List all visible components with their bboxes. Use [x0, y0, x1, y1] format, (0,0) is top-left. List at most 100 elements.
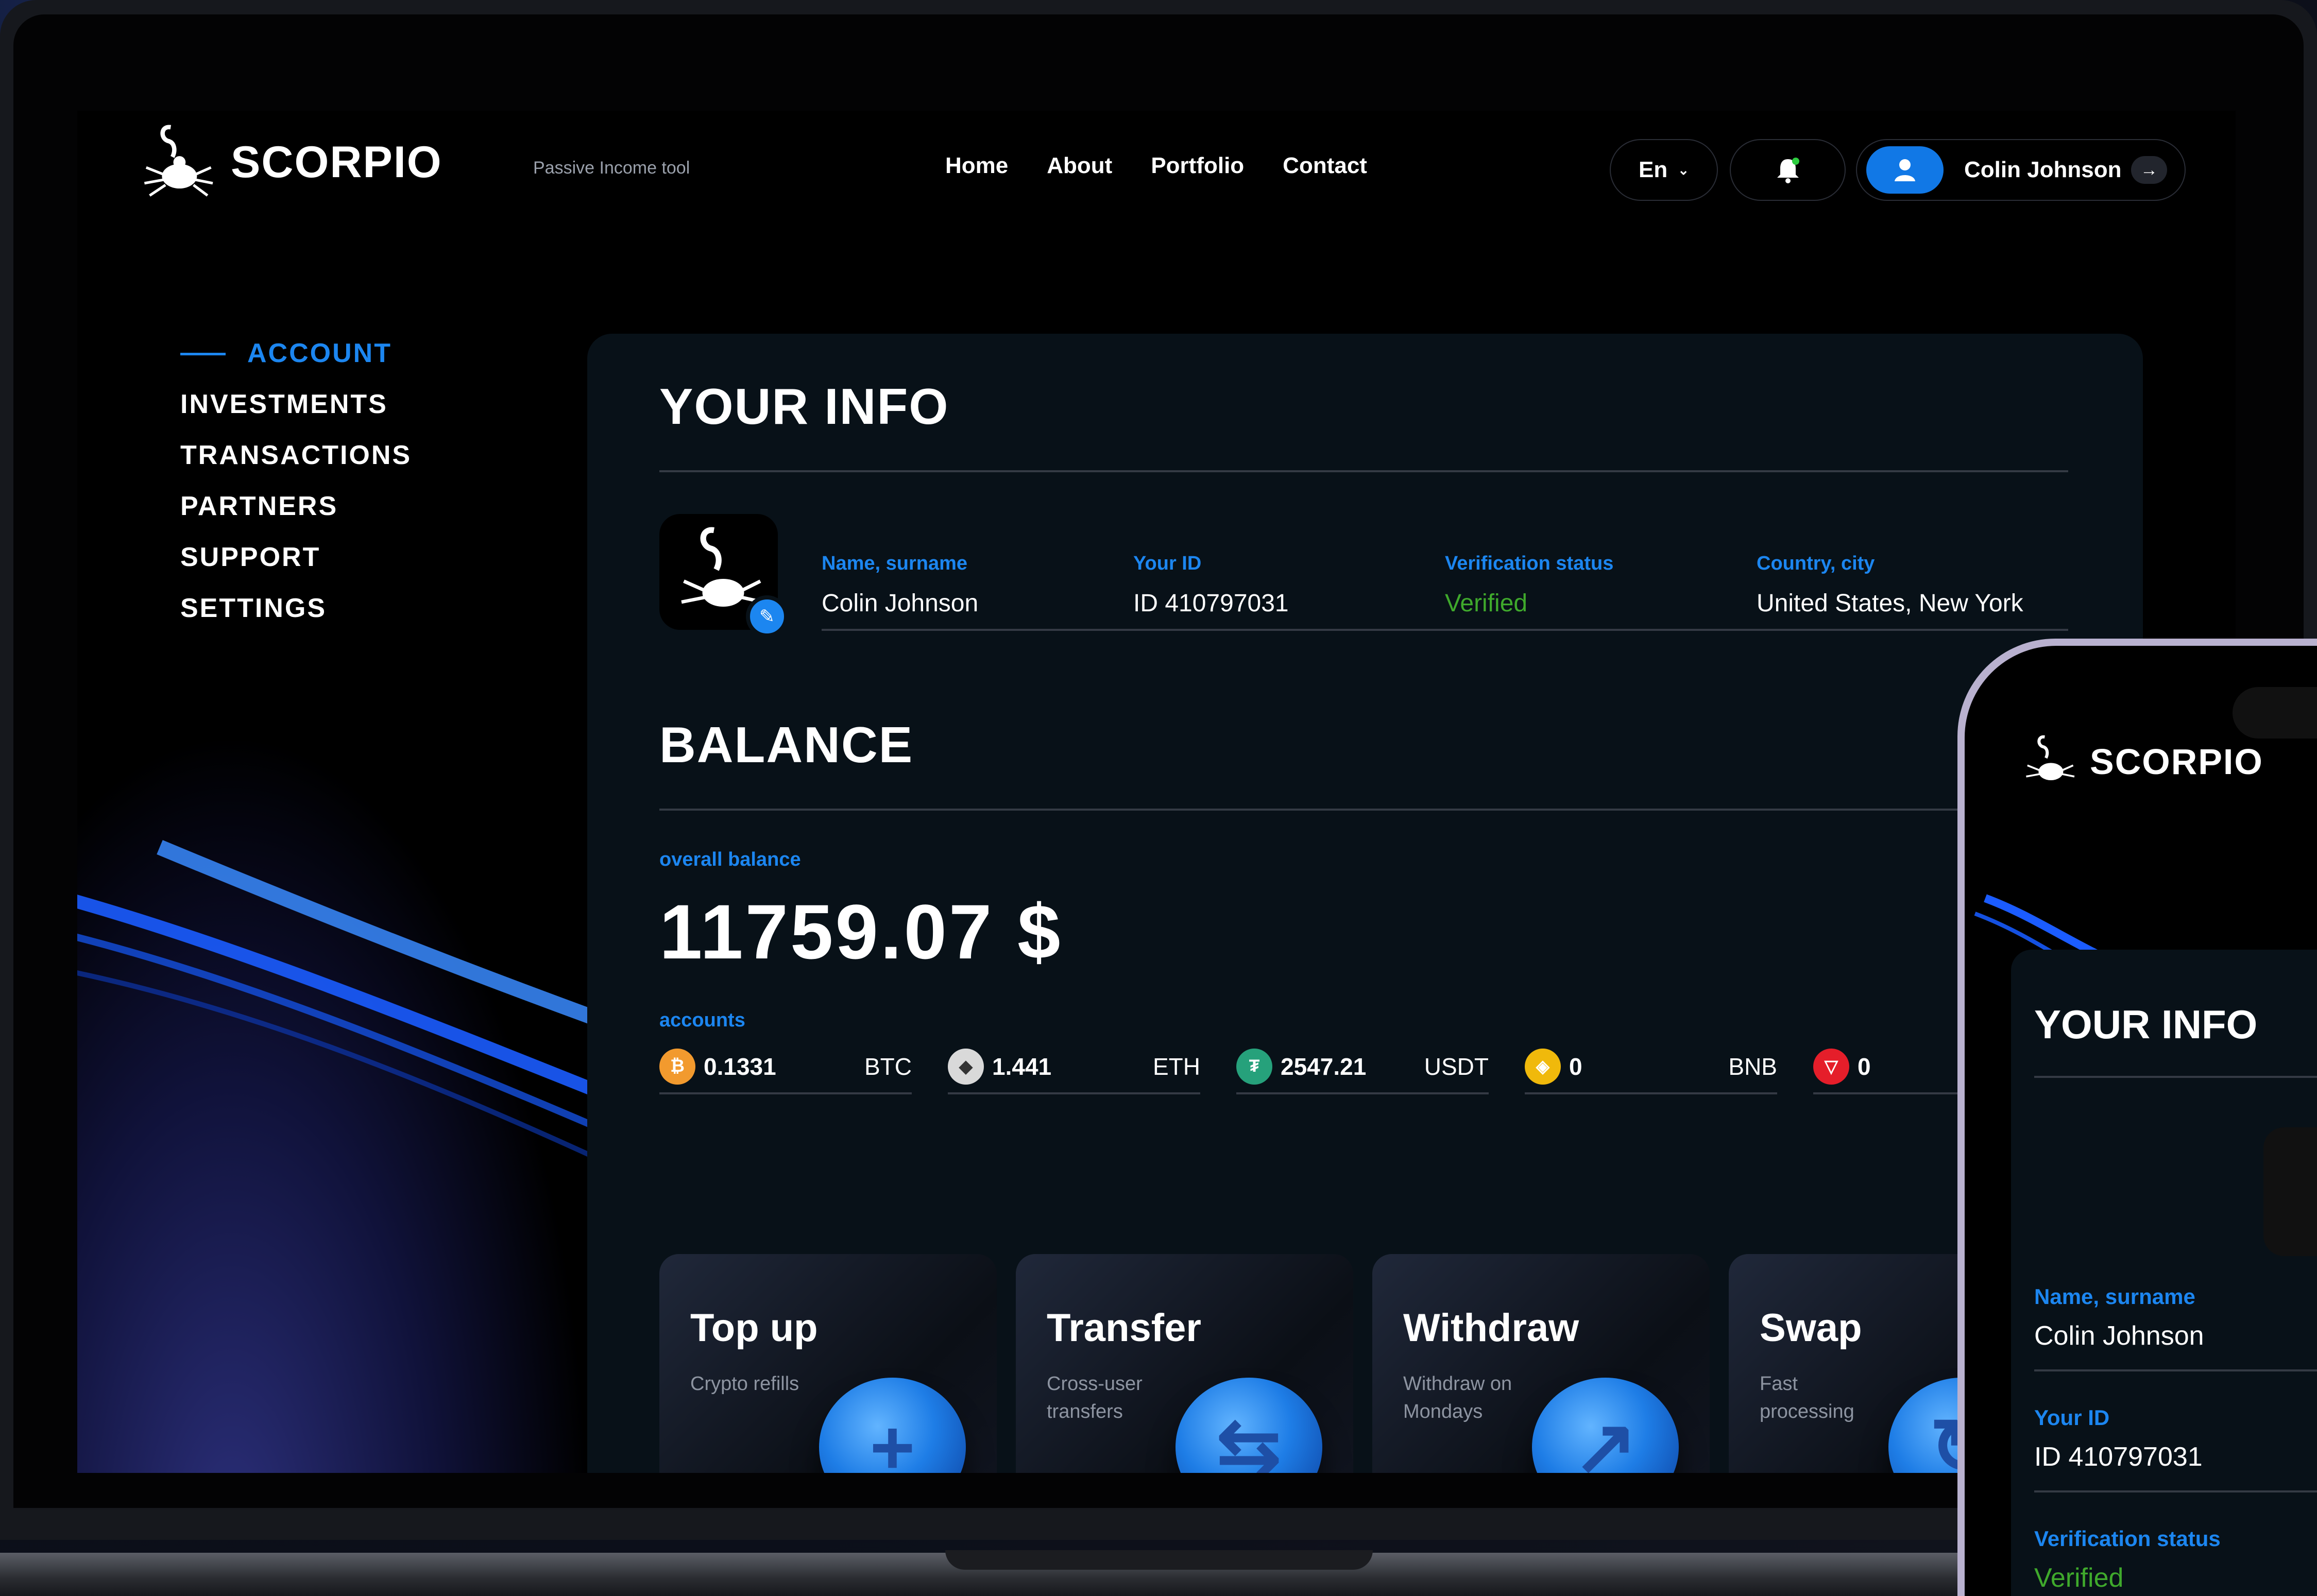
divider [2034, 1076, 2317, 1078]
pencil-icon: ✎ [759, 606, 775, 627]
background-light-streaks [77, 729, 592, 1473]
ethereum-icon: ◆ [948, 1048, 984, 1085]
card-title: Swap [1760, 1306, 1862, 1350]
card-title: Transfer [1047, 1306, 1201, 1350]
account-amount: 2547.21 [1281, 1053, 1367, 1080]
nav-portfolio[interactable]: Portfolio [1151, 153, 1244, 179]
account-symbol: BNB [1728, 1053, 1777, 1080]
transfer-arrows-icon: ⇆ [1175, 1378, 1322, 1473]
sidebar: ACCOUNT INVESTMENTS TRANSACTIONS PARTNER… [180, 328, 412, 634]
withdraw-card[interactable]: Withdraw Withdraw on Mondays ↗ [1372, 1254, 1710, 1473]
desktop-screen: SCORPIO Passive Income tool Home About P… [77, 111, 2236, 1473]
account-panel: YOUR INFO ✎ Name, surname Colin Johnson … [587, 334, 2143, 1473]
account-btc[interactable]: ₿ 0.1331 BTC [659, 1040, 912, 1094]
phone-profile-avatar [2263, 1127, 2317, 1256]
field-value: ID 410797031 [1133, 590, 1289, 617]
accounts-label: accounts [659, 1009, 745, 1031]
divider [822, 629, 2068, 631]
account-symbol: ETH [1153, 1053, 1200, 1080]
sidebar-item-transactions[interactable]: TRANSACTIONS [180, 430, 412, 481]
overall-balance-value: 11759.07 $ [659, 888, 1063, 975]
phone-field-name: Name, surname Colin Johnson [2034, 1284, 2204, 1351]
field-value: Colin Johnson [2034, 1321, 2204, 1351]
bell-icon [1777, 158, 1799, 183]
transfer-card[interactable]: Transfer Cross-user transfers ⇆ [1016, 1254, 1353, 1473]
account-bnb[interactable]: ◈ 0 BNB [1525, 1040, 1777, 1094]
info-field-id: Your ID ID 410797031 [1133, 553, 1289, 617]
account-eth[interactable]: ◆ 1.441 ETH [948, 1040, 1200, 1094]
notifications-button[interactable] [1730, 139, 1846, 201]
mockup-stage: SCORPIO Passive Income tool Home About P… [0, 0, 2317, 1596]
phone-brand-name: SCORPIO [2090, 742, 2263, 782]
field-label: Name, surname [822, 553, 968, 574]
sidebar-item-support[interactable]: SUPPORT [180, 532, 412, 583]
account-amount: 0 [1569, 1053, 1582, 1080]
nav-contact[interactable]: Contact [1283, 153, 1367, 179]
divider [659, 470, 2068, 472]
phone-screen: SCORPIO YOUR INFO Name, surname Colin Jo… [1965, 646, 2317, 1596]
bnb-icon: ◈ [1525, 1048, 1561, 1085]
user-name: Colin Johnson [1964, 157, 2122, 182]
divider [2034, 1490, 2317, 1492]
info-field-location: Country, city United States, New York [1757, 553, 2023, 617]
nav-home[interactable]: Home [945, 153, 1008, 179]
overall-balance-label: overall balance [659, 849, 801, 870]
field-label: Verification status [1445, 553, 1614, 574]
nav-about[interactable]: About [1047, 153, 1112, 179]
sidebar-item-partners[interactable]: PARTNERS [180, 481, 412, 532]
account-symbol: USDT [1424, 1053, 1489, 1080]
account-symbol: BTC [864, 1053, 912, 1080]
sidebar-item-investments[interactable]: INVESTMENTS [180, 379, 412, 430]
edit-avatar-button[interactable]: ✎ [746, 595, 788, 638]
field-label: Name, surname [2034, 1284, 2195, 1309]
phone-account-panel: YOUR INFO Name, surname Colin Johnson Yo… [2011, 950, 2317, 1596]
field-label: Verification status [2034, 1526, 2221, 1551]
brand[interactable]: SCORPIO [134, 118, 442, 206]
tron-icon: ▽ [1813, 1048, 1849, 1085]
verification-status: Verified [1445, 590, 1528, 617]
logout-icon[interactable]: → [2131, 156, 2167, 184]
user-icon [1895, 159, 1915, 181]
sidebar-item-settings[interactable]: SETTINGS [180, 583, 412, 634]
user-menu[interactable]: Colin Johnson → [1856, 139, 2186, 201]
card-title: Withdraw [1403, 1306, 1579, 1350]
card-subtitle: Cross-user transfers [1047, 1373, 1143, 1422]
field-label: Your ID [1133, 553, 1202, 574]
info-field-name: Name, surname Colin Johnson [822, 553, 978, 617]
main-nav: Home About Portfolio Contact [945, 153, 1367, 179]
account-usdt[interactable]: ₮ 2547.21 USDT [1236, 1040, 1489, 1094]
divider [2034, 1369, 2317, 1371]
arrow-up-right-icon: ↗ [1532, 1378, 1679, 1473]
plus-icon: + [819, 1378, 966, 1473]
field-value: ID 410797031 [2034, 1442, 2203, 1472]
tether-icon: ₮ [1236, 1048, 1272, 1085]
phone-field-id: Your ID ID 410797031 [2034, 1405, 2203, 1472]
scorpion-logo-icon [2026, 735, 2075, 780]
field-value: Colin Johnson [822, 590, 979, 617]
language-value: En [1638, 157, 1668, 182]
language-select[interactable]: En ⌄ [1610, 139, 1718, 201]
card-subtitle: Crypto refills [690, 1373, 799, 1395]
field-value: United States, New York [1757, 590, 2023, 617]
account-amount: 0.1331 [704, 1053, 776, 1080]
chevron-down-icon: ⌄ [1678, 162, 1690, 178]
field-label: Country, city [1757, 553, 1875, 574]
phone-mockup: SCORPIO YOUR INFO Name, surname Colin Jo… [1957, 639, 2317, 1596]
phone-field-verification: Verification status Verified [2034, 1526, 2221, 1593]
scorpion-logo-icon [144, 125, 213, 197]
avatar [1866, 146, 1944, 194]
balance-title: BALANCE [659, 716, 914, 773]
info-field-verification: Verification status Verified [1445, 553, 1613, 617]
brand-name: SCORPIO [231, 137, 442, 187]
verification-status: Verified [2034, 1563, 2124, 1593]
top-up-card[interactable]: Top up Crypto refills + [659, 1254, 997, 1473]
phone-your-info-title: YOUR INFO [2034, 1002, 2258, 1047]
laptop-notch [945, 1550, 1373, 1570]
phone-brand[interactable]: SCORPIO [2019, 731, 2263, 793]
bitcoin-icon: ₿ [659, 1048, 695, 1085]
account-amount: 1.441 [992, 1053, 1052, 1080]
card-subtitle: Fast processing [1760, 1373, 1854, 1422]
brand-tagline: Passive Income tool [533, 158, 690, 178]
sidebar-item-account[interactable]: ACCOUNT [180, 328, 412, 379]
card-subtitle: Withdraw on Mondays [1403, 1373, 1512, 1422]
